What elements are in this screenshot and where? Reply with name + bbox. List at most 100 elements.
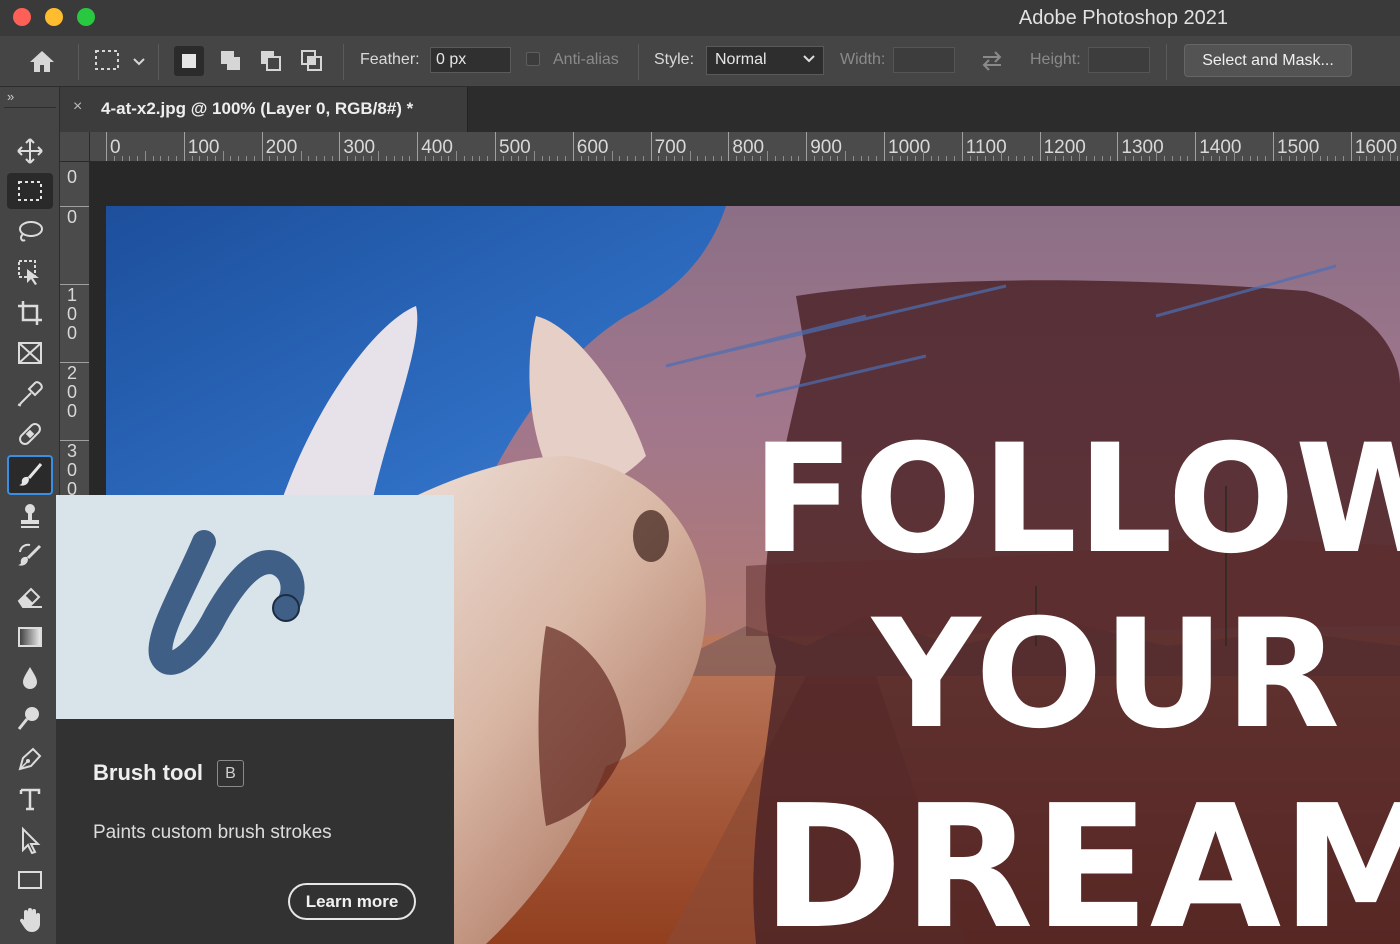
rectangle-tool-icon[interactable] xyxy=(7,862,53,898)
dodge-tool-icon[interactable] xyxy=(7,700,53,736)
add-to-selection-button[interactable] xyxy=(216,46,246,76)
document-tab[interactable]: × 4-at-x2.jpg @ 100% (Layer 0, RGB/8#) * xyxy=(60,87,468,132)
ruler-minor-tick xyxy=(456,151,458,161)
ruler-minor-tick xyxy=(1031,156,1033,161)
blur-tool-icon[interactable] xyxy=(7,660,53,696)
ruler-minor-tick xyxy=(144,151,146,161)
ruler-minor-tick xyxy=(1366,156,1368,161)
learn-more-button[interactable]: Learn more xyxy=(288,883,416,920)
style-label: Style: xyxy=(654,51,695,68)
ruler-minor-tick xyxy=(316,156,318,161)
ruler-minor-tick xyxy=(502,156,504,161)
ruler-major-tick xyxy=(1117,132,1119,161)
ruler-minor-tick xyxy=(1257,156,1259,161)
eyedropper-tool-icon[interactable] xyxy=(7,376,53,412)
ruler-minor-tick xyxy=(736,156,738,161)
ruler-minor-tick xyxy=(1024,156,1026,161)
ruler-minor-tick xyxy=(1101,156,1103,161)
document-tab-title: 4-at-x2.jpg @ 100% (Layer 0, RGB/8#) * xyxy=(101,99,414,118)
new-selection-button[interactable] xyxy=(174,46,204,76)
select-and-mask-button[interactable]: Select and Mask... xyxy=(1184,44,1352,77)
type-tool-icon[interactable] xyxy=(7,781,53,817)
ruler-major-tick xyxy=(106,132,107,161)
ruler-minor-tick xyxy=(977,156,979,161)
style-select[interactable]: Normal xyxy=(706,46,824,75)
ruler-label: 1300 xyxy=(1121,137,1164,158)
anti-alias-label: Anti-alias xyxy=(553,51,619,68)
ruler-minor-tick xyxy=(1062,156,1064,161)
ruler-origin[interactable] xyxy=(60,132,90,162)
ruler-minor-tick xyxy=(915,156,917,161)
ruler-minor-tick xyxy=(1389,151,1391,161)
ruler-minor-tick xyxy=(658,156,660,161)
height-input[interactable] xyxy=(1088,47,1150,73)
horizontal-ruler[interactable]: 0 100 200 300 400 500 600 700 800 900 1000 1100 1200… xyxy=(60,132,1400,162)
history-brush-tool-icon[interactable] xyxy=(7,538,53,574)
ruler-minor-tick xyxy=(666,156,668,161)
move-tool-icon[interactable] xyxy=(7,133,53,169)
ruler-label: 300 xyxy=(66,441,77,499)
collapse-panel-icon[interactable]: » xyxy=(7,89,14,104)
zoom-window-button[interactable] xyxy=(77,8,95,26)
intersect-selection-button[interactable] xyxy=(297,46,327,76)
ruler-minor-tick xyxy=(1218,156,1220,161)
ruler-label: 1000 xyxy=(888,137,931,158)
feather-input[interactable] xyxy=(430,47,511,73)
ruler-minor-tick xyxy=(899,156,901,161)
ruler-minor-tick xyxy=(596,156,598,161)
ruler-minor-tick xyxy=(463,156,465,161)
ruler-minor-tick xyxy=(323,156,325,161)
path-selection-tool-icon[interactable] xyxy=(7,822,53,858)
ruler-major-tick xyxy=(183,132,185,161)
ruler-minor-tick xyxy=(767,151,769,161)
ruler-minor-tick xyxy=(378,151,380,161)
ruler-major-tick xyxy=(1273,132,1274,161)
ruler-minor-tick xyxy=(689,151,691,161)
ruler-minor-tick xyxy=(137,156,139,161)
ruler-minor-tick xyxy=(1358,156,1360,161)
crop-tool-icon[interactable] xyxy=(7,295,53,331)
eraser-tool-icon[interactable] xyxy=(7,579,53,615)
tooltip-description: Paints custom brush strokes xyxy=(93,822,332,843)
ruler-minor-tick xyxy=(1280,156,1282,161)
ruler-minor-tick xyxy=(533,151,535,161)
ruler-minor-tick xyxy=(580,156,582,161)
lasso-tool-icon[interactable] xyxy=(7,214,53,250)
clone-stamp-tool-icon[interactable] xyxy=(7,498,53,534)
ruler-minor-tick xyxy=(1241,156,1243,161)
ruler-minor-tick xyxy=(1156,151,1158,161)
ruler-minor-tick xyxy=(160,156,162,161)
gradient-tool-icon[interactable] xyxy=(7,619,53,655)
pen-tool-icon[interactable] xyxy=(7,741,53,777)
ruler-minor-tick xyxy=(1327,156,1329,161)
ruler-minor-tick xyxy=(300,151,302,161)
hand-tool-icon[interactable] xyxy=(7,902,53,938)
spot-healing-brush-tool-icon[interactable] xyxy=(7,416,53,452)
app-title: Adobe Photoshop 2021 xyxy=(1018,7,1228,29)
close-window-button[interactable] xyxy=(13,8,31,26)
swap-width-height-icon[interactable] xyxy=(978,48,1006,74)
ruler-minor-tick xyxy=(588,156,590,161)
anti-alias-checkbox[interactable] xyxy=(526,52,540,66)
object-selection-tool-icon[interactable] xyxy=(7,254,53,290)
ruler-minor-tick xyxy=(876,156,878,161)
ruler-minor-tick xyxy=(386,156,388,161)
ruler-minor-tick xyxy=(565,156,567,161)
rectangular-marquee-tool-icon[interactable] xyxy=(7,173,53,209)
ruler-minor-tick xyxy=(238,156,240,161)
marquee-preset-picker[interactable] xyxy=(92,46,148,76)
ruler-label: 1600 xyxy=(1354,137,1398,158)
minimize-window-button[interactable] xyxy=(45,8,63,26)
brush-tool-icon[interactable] xyxy=(7,455,53,495)
ruler-minor-tick xyxy=(673,156,675,161)
frame-tool-icon[interactable] xyxy=(7,335,53,371)
close-tab-icon[interactable]: × xyxy=(73,98,82,116)
ruler-minor-tick xyxy=(549,156,551,161)
ruler-label: 1500 xyxy=(1277,137,1320,158)
subtract-from-selection-button[interactable] xyxy=(256,46,286,76)
ruler-minor-tick xyxy=(705,156,707,161)
home-icon[interactable] xyxy=(26,48,58,74)
width-input[interactable] xyxy=(893,47,955,73)
ruler-minor-tick xyxy=(541,156,543,161)
ruler-major-tick xyxy=(417,132,419,161)
